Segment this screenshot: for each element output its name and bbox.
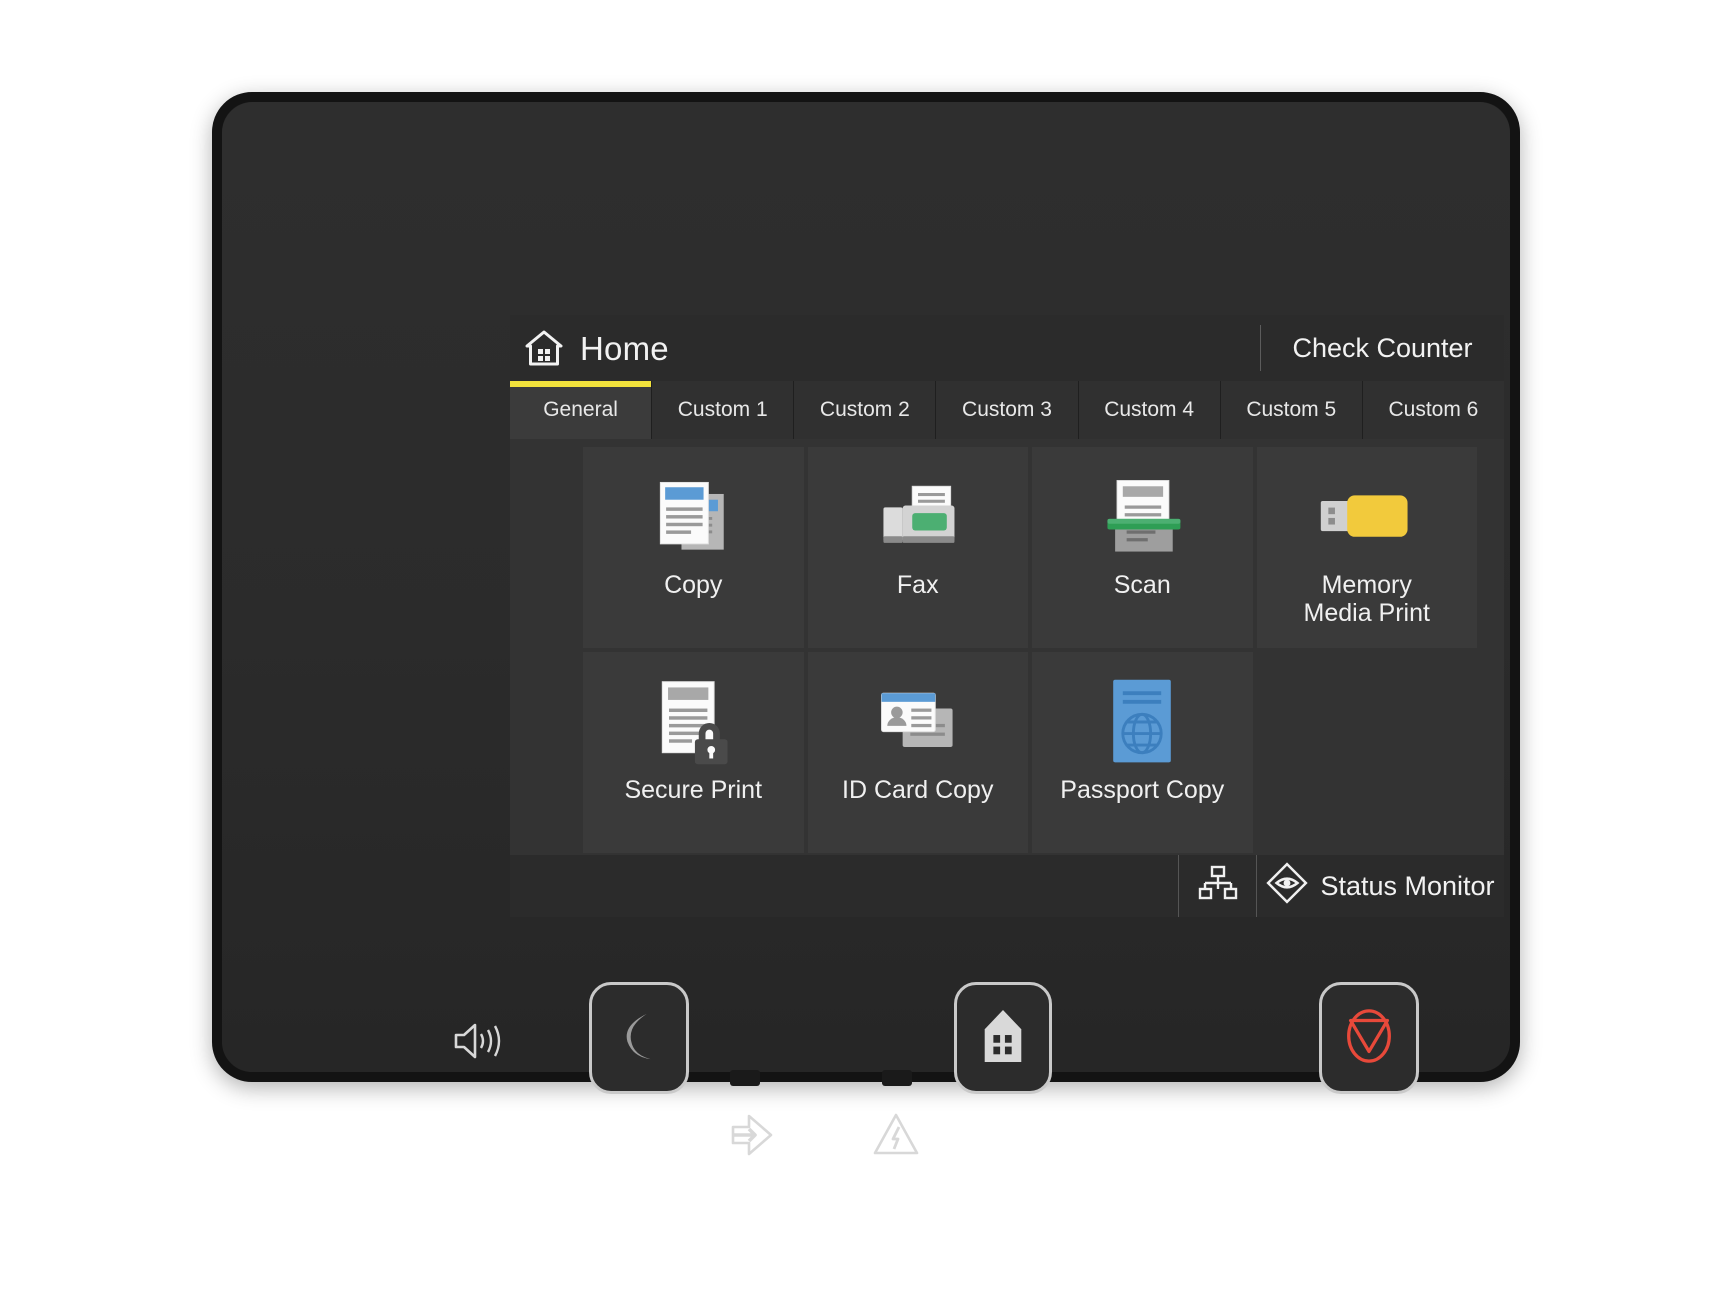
stop-button[interactable]: [1319, 982, 1419, 1094]
copy-document-icon: [645, 469, 741, 565]
tab-label: Custom 4: [1104, 398, 1195, 421]
network-status-button[interactable]: [1178, 855, 1256, 917]
panel-foot: [730, 1070, 760, 1086]
tab-custom-2[interactable]: Custom 2: [794, 381, 937, 439]
app-tile-label: Scan: [1113, 571, 1171, 599]
app-tile-passport-copy[interactable]: Passport Copy: [1032, 652, 1253, 853]
home-icon: [977, 1006, 1029, 1071]
tab-custom-1[interactable]: Custom 1: [652, 381, 795, 439]
screenshot-root: Home Check Counter General Custom 1 Custom…: [0, 0, 1732, 1300]
app-tile-label: Fax: [896, 571, 939, 599]
tab-label: Custom 1: [677, 398, 768, 421]
usb-flash-drive-icon: [1315, 469, 1419, 565]
home-icon: [524, 328, 564, 368]
tab-custom-6[interactable]: Custom 6: [1362, 381, 1504, 439]
app-tile-label: Secure Print: [624, 776, 763, 804]
status-monitor-label: Status Monitor: [1320, 870, 1495, 901]
app-tile-secure-print[interactable]: Secure Print: [583, 652, 804, 853]
screen-header: Home Check Counter: [510, 315, 1504, 381]
status-bar-spacer: [510, 855, 1178, 917]
tab-label: Custom 6: [1388, 398, 1479, 421]
tab-label: Custom 3: [962, 398, 1052, 421]
app-tile-copy[interactable]: Copy: [583, 447, 804, 648]
app-tile-scan[interactable]: Scan: [1032, 447, 1253, 648]
error-indicator: [872, 1110, 920, 1158]
sleep-button[interactable]: [589, 982, 689, 1094]
eye-diamond-icon: [1266, 861, 1309, 911]
app-tile-label: Passport Copy: [1060, 776, 1225, 804]
app-tile-label: Copy: [664, 571, 723, 599]
app-tile-id-card-copy[interactable]: ID Card Copy: [807, 652, 1028, 853]
status-monitor-button[interactable]: Status Monitor: [1256, 855, 1504, 917]
tab-custom-3[interactable]: Custom 3: [936, 381, 1079, 439]
touchscreen: Home Check Counter General Custom 1 Custom…: [510, 315, 1504, 917]
fax-machine-icon: [870, 469, 966, 565]
scanner-icon: [1094, 469, 1190, 565]
status-bar: Status Monitor: [510, 855, 1504, 917]
tab-label: Custom 5: [1246, 398, 1337, 421]
id-card-icon: [870, 674, 966, 770]
home-button[interactable]: [954, 982, 1052, 1094]
app-tile-fax[interactable]: Fax: [807, 447, 1028, 648]
document-lock-icon: [645, 674, 741, 770]
tab-custom-4[interactable]: Custom 4: [1078, 381, 1221, 439]
network-lan-icon: [1198, 864, 1238, 909]
tab-general[interactable]: General: [510, 381, 653, 439]
tab-bar: General Custom 1 Custom 2 Custom 3 Custom 4 C…: [510, 381, 1504, 439]
data-indicator: [727, 1112, 779, 1158]
check-counter-button[interactable]: Check Counter: [1261, 315, 1504, 381]
speaker-volume-icon: [450, 1017, 506, 1065]
app-grid-area: Copy Fax Scan Memory Media Print Secure …: [510, 439, 1504, 855]
stop-circle-icon: [1340, 1005, 1398, 1072]
tab-label: General: [543, 398, 618, 421]
app-tile-label: ID Card Copy: [842, 776, 994, 804]
crescent-moon-icon: [614, 1007, 664, 1070]
tab-label: Custom 2: [819, 398, 910, 421]
page-title: Home: [580, 329, 669, 367]
passport-globe-icon: [1103, 674, 1181, 770]
tab-custom-5[interactable]: Custom 5: [1220, 381, 1363, 439]
app-grid: Copy Fax Scan Memory Media Print Secure …: [535, 443, 1479, 855]
panel-foot: [882, 1070, 912, 1086]
app-tile-memory-media-print[interactable]: Memory Media Print: [1256, 447, 1477, 648]
printer-control-panel: Home Check Counter General Custom 1 Custom…: [212, 92, 1520, 1156]
app-tile-empty: [1257, 652, 1478, 853]
app-tile-label: Memory Media Print: [1303, 571, 1430, 627]
header-left: Home: [510, 315, 1260, 381]
